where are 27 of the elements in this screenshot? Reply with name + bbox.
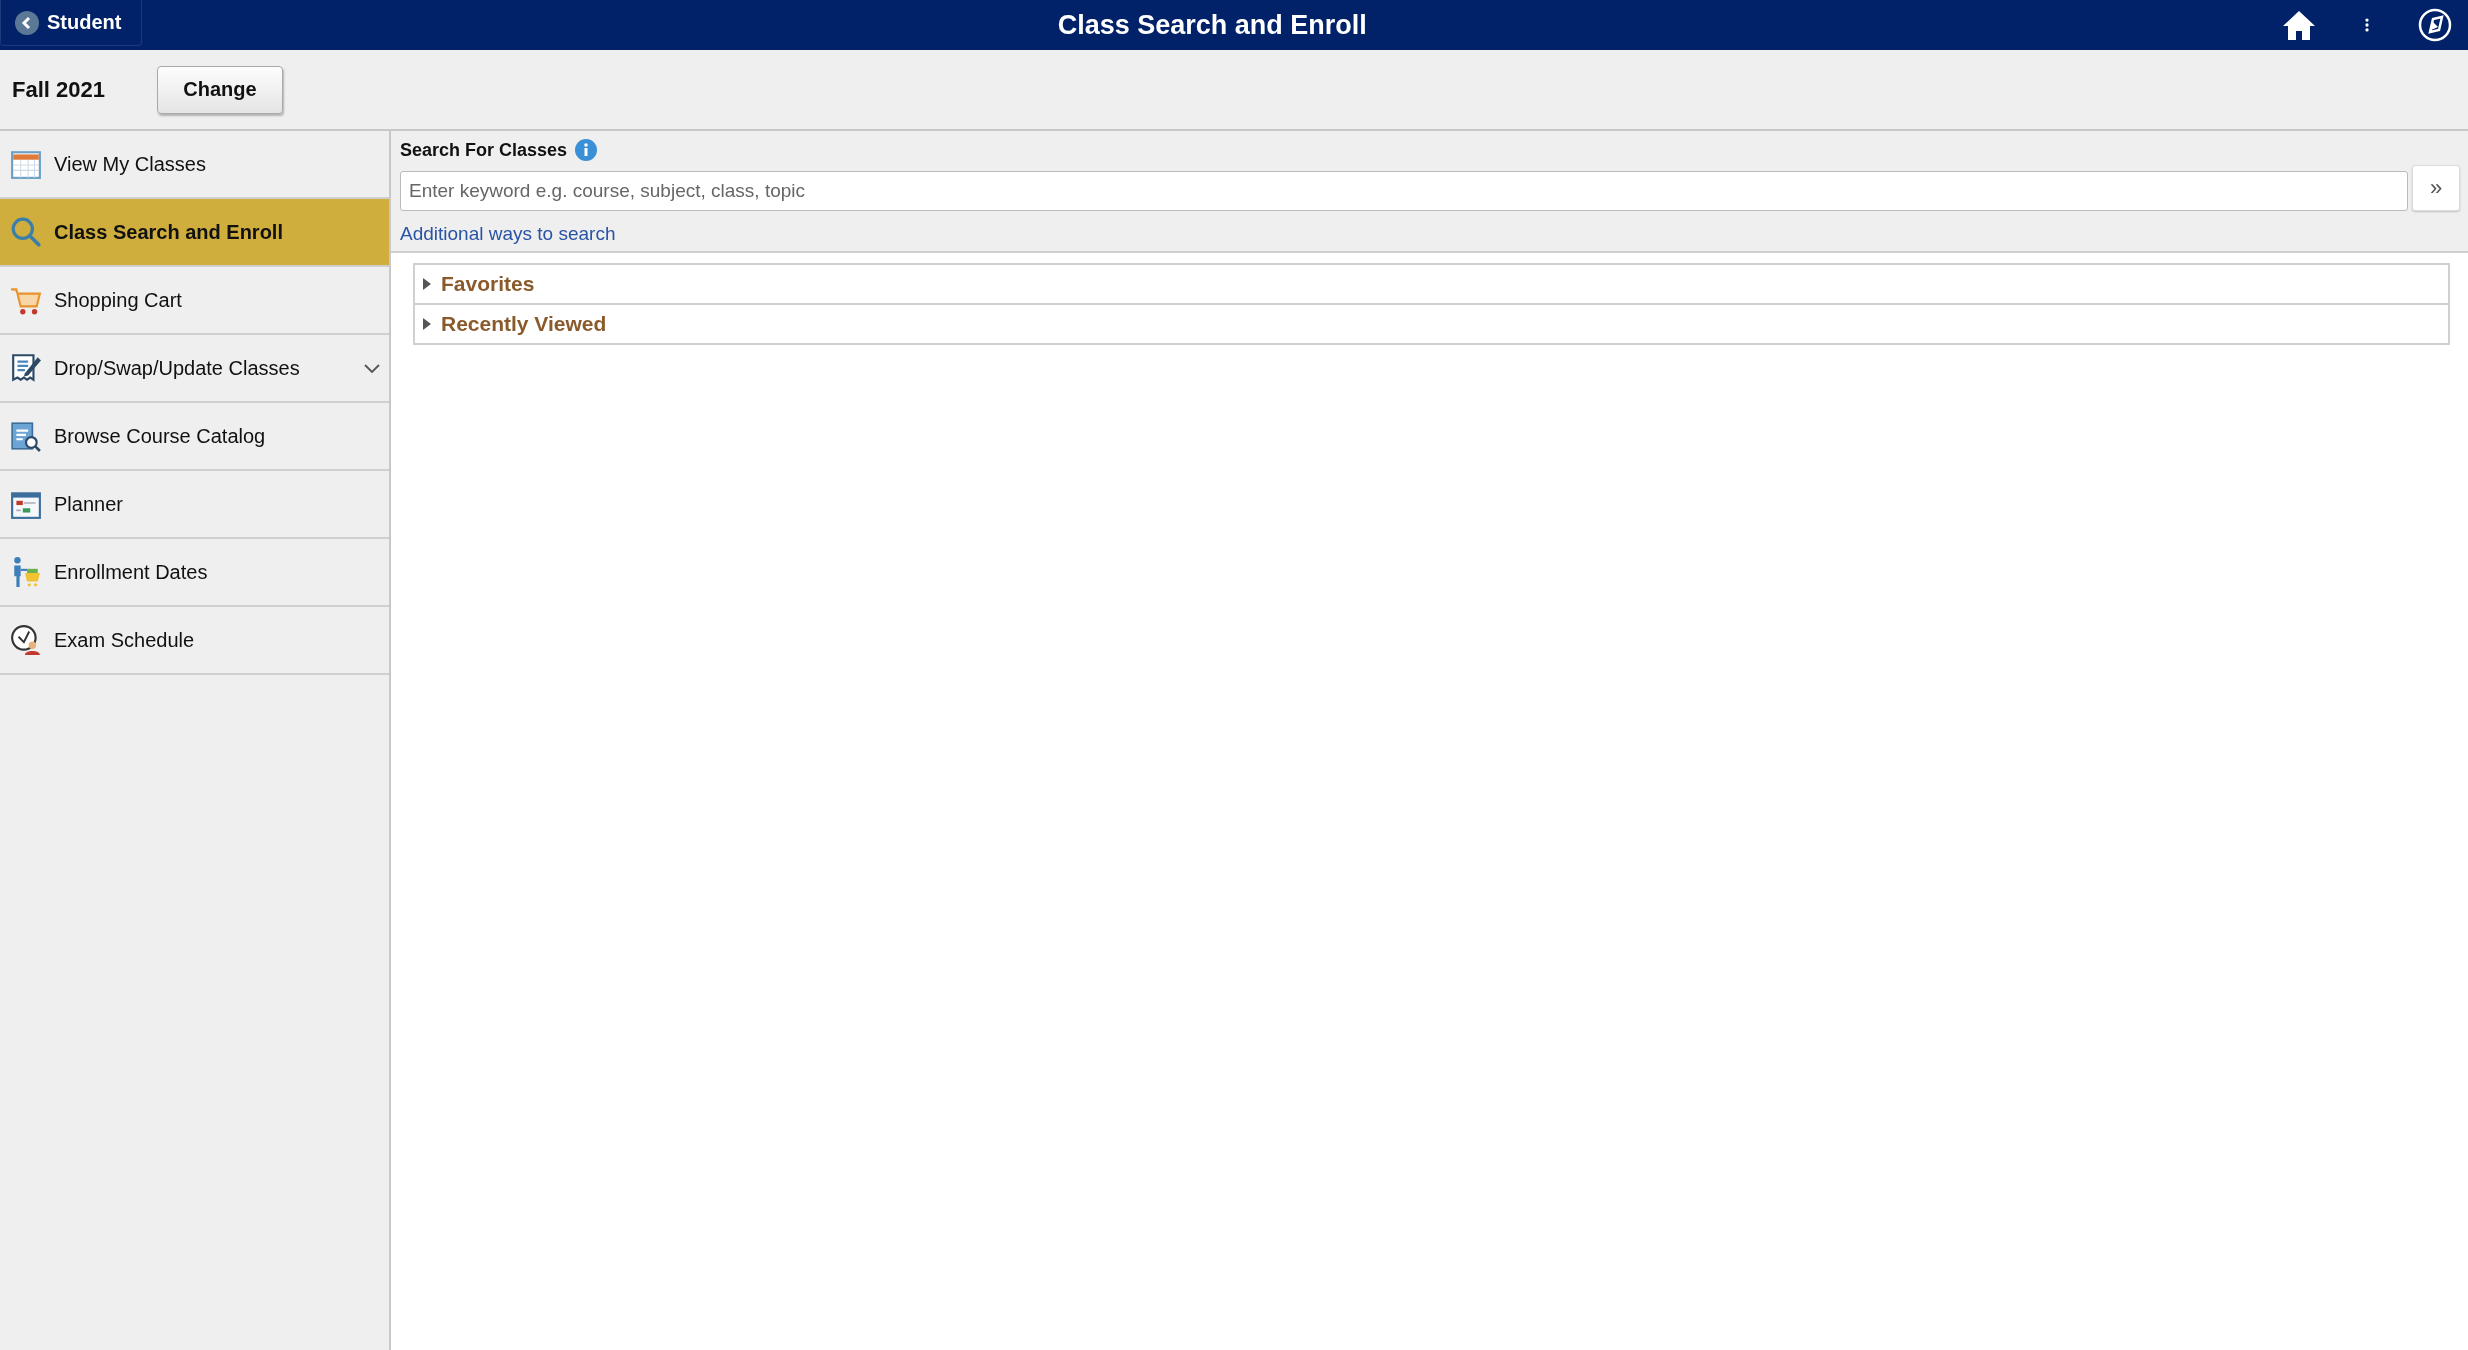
back-button[interactable]: Student — [0, 0, 143, 46]
sidebar-item[interactable]: Drop/Swap/Update Classes — [0, 335, 389, 403]
search-icon — [10, 216, 42, 248]
clock-with-person-icon — [10, 624, 42, 656]
calendar-icon — [10, 148, 42, 180]
home-icon[interactable] — [2282, 8, 2316, 42]
edit-document-icon — [10, 352, 42, 384]
sidebar-item[interactable]: Enrollment Dates — [0, 539, 389, 607]
section-title: Recently Viewed — [441, 312, 607, 336]
page-title: Class Search and Enroll — [1056, 9, 1368, 41]
sidebar-item[interactable]: Planner — [0, 471, 389, 539]
collapsible-section-header[interactable]: Favorites — [413, 263, 2450, 303]
search-heading: Search For Classes — [400, 139, 568, 161]
keyword-search-field[interactable]: Enter keyword e.g. course, subject, class, topic — [400, 171, 2408, 211]
info-icon[interactable] — [575, 139, 598, 161]
sidebar-item[interactable]: Class Search and Enroll — [0, 199, 389, 267]
compass-icon[interactable] — [2418, 8, 2452, 42]
term-label: Fall 2021 — [12, 76, 105, 103]
collapsible-section-header[interactable]: Recently Viewed — [413, 303, 2450, 345]
catalog-search-icon — [10, 420, 42, 452]
sidebar-item[interactable]: Shopping Cart — [0, 267, 389, 335]
change-term-button[interactable]: Change — [156, 65, 283, 114]
search-go-button[interactable]: » — [2412, 165, 2460, 211]
sidebar-item[interactable]: Browse Course Catalog — [0, 403, 389, 471]
section-title: Favorites — [441, 272, 535, 296]
additional-search-link[interactable]: Additional ways to search — [400, 223, 616, 245]
sidebar-item[interactable]: Exam Schedule — [0, 607, 389, 675]
